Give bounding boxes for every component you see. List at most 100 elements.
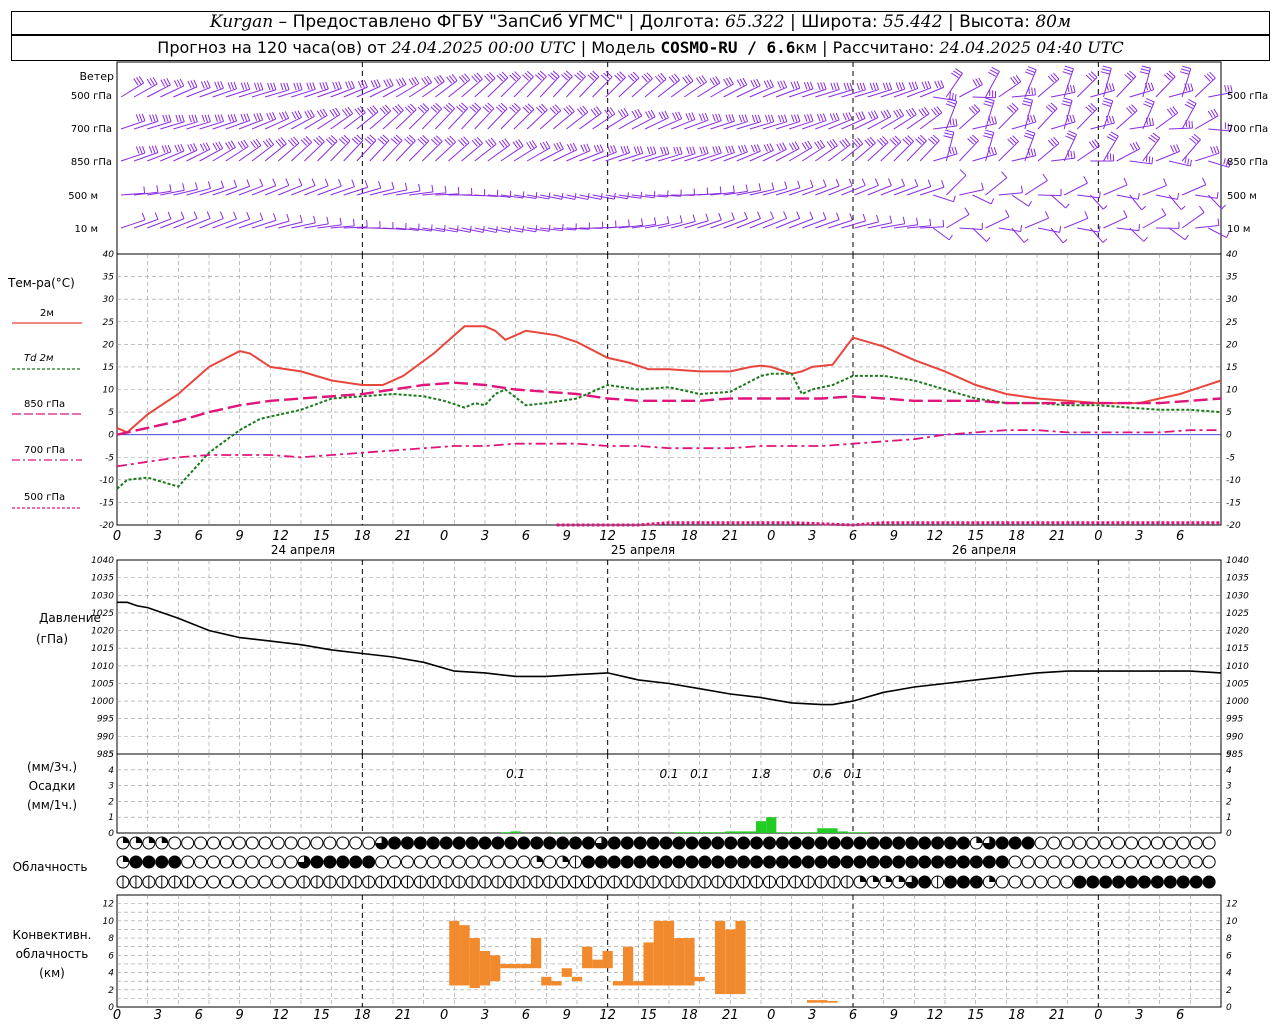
cloud-symbol xyxy=(1073,836,1087,850)
wind-barb-shaft xyxy=(1142,214,1167,229)
cloud-circle xyxy=(271,836,285,850)
wind-barb-shaft xyxy=(802,185,827,196)
wind-barb-feather xyxy=(386,79,391,87)
wind-barb-shaft xyxy=(160,218,185,229)
cloud-symbol xyxy=(1189,875,1203,889)
cloud-symbol xyxy=(866,855,880,869)
wind-barb-feather xyxy=(672,112,677,120)
precip-bar xyxy=(704,832,715,833)
precip-title: Осадки xyxy=(29,779,76,793)
wind-barb-feather xyxy=(796,81,801,89)
cloud-circle xyxy=(659,855,673,869)
pressure-tick-left: 990 xyxy=(97,732,114,742)
cloud-circle xyxy=(1099,875,1113,889)
wind-barb-feather xyxy=(843,82,847,91)
wind-barb-feather xyxy=(160,79,166,87)
wind-barb-feather xyxy=(895,82,900,90)
wind-barb xyxy=(356,79,381,98)
cloud-symbol xyxy=(814,875,828,889)
wind-barb-feather xyxy=(167,211,172,220)
wind-barb-shaft xyxy=(1051,91,1076,98)
wind-barb-feather xyxy=(164,145,169,153)
wind-barb-shaft xyxy=(788,88,814,98)
wind-barb-feather xyxy=(596,144,601,153)
cloud-symbol xyxy=(323,836,337,850)
wind-barb-feather xyxy=(1062,100,1072,104)
wind-barb-feather xyxy=(704,113,709,121)
wind-barb-shaft xyxy=(854,89,879,98)
wind-barb-feather xyxy=(469,225,472,233)
wind-barb-feather xyxy=(886,109,892,117)
wind-barb-feather xyxy=(203,80,208,89)
pressure-tick-right: 995 xyxy=(1226,715,1243,725)
wind-barb-shaft xyxy=(1155,194,1178,200)
time-tick: 9 xyxy=(236,529,244,544)
wind-barb-shaft xyxy=(788,218,814,229)
wind-barb xyxy=(1155,106,1179,130)
wind-barb-feather xyxy=(1173,144,1178,153)
wind-barb-feather xyxy=(943,135,953,139)
cloud-symbol xyxy=(775,836,789,850)
wind-barb-shaft xyxy=(1037,78,1060,98)
wind-barb-shaft xyxy=(474,78,496,98)
wind-barb xyxy=(317,217,342,229)
wind-barb-feather xyxy=(284,111,290,119)
cloud-circle xyxy=(801,836,815,850)
cloud-symbol xyxy=(698,855,712,869)
precip-bar xyxy=(827,828,838,833)
cloud-symbol xyxy=(556,855,570,869)
cloud-circle xyxy=(931,855,945,869)
wind-barb xyxy=(906,218,932,229)
wind-barb-feather xyxy=(849,82,853,90)
cloud-circle xyxy=(1047,875,1061,889)
wind-barb-feather xyxy=(750,145,755,153)
wind-barb-shaft xyxy=(1037,194,1062,197)
cloud-symbol xyxy=(646,875,660,889)
wind-barb-feather xyxy=(155,114,159,122)
cloud-symbol xyxy=(1021,836,1035,850)
cloud-symbol xyxy=(1176,836,1190,850)
cloud-symbol xyxy=(944,875,958,889)
wind-barb-shaft xyxy=(173,121,198,130)
cloud-symbol xyxy=(297,836,311,850)
wind-barb-feather xyxy=(193,143,198,151)
wind-barb-feather xyxy=(990,198,995,205)
wind-barb-shaft xyxy=(1207,194,1223,210)
wind-barb-feather xyxy=(1083,176,1088,184)
cloud-symbol xyxy=(168,875,182,889)
wind-barb-feather xyxy=(646,146,651,155)
wind-barb-feather xyxy=(954,146,958,155)
wind-barb-feather xyxy=(310,109,315,117)
cloud-mark xyxy=(536,856,543,862)
cloud-circle xyxy=(1202,836,1216,850)
cloud-circle xyxy=(207,875,221,889)
wind-barb-shaft xyxy=(736,121,761,130)
cloud-circle xyxy=(620,836,634,850)
cloud-symbol xyxy=(763,875,776,889)
wind-barb xyxy=(1116,192,1140,200)
wind-barb-feather xyxy=(809,81,814,89)
cloud-symbol xyxy=(336,836,350,850)
wind-barb xyxy=(1129,117,1155,130)
wind-barb-feather xyxy=(1068,130,1077,135)
wind-barb-feather xyxy=(945,129,954,133)
wind-barb xyxy=(1142,208,1167,229)
precip-bar xyxy=(715,832,726,833)
cloud-symbol xyxy=(1034,836,1048,850)
wind-barb-feather xyxy=(1144,100,1154,106)
wind-barb-feather xyxy=(174,144,179,153)
cloud-circle xyxy=(1202,875,1216,889)
wind-barb-shaft xyxy=(893,88,918,98)
cloud-symbol xyxy=(310,855,324,869)
wind-barb-feather xyxy=(758,183,762,191)
wind-barb-shaft xyxy=(1155,150,1180,162)
wind-barb-feather xyxy=(902,216,906,224)
wind-barb-feather xyxy=(1151,118,1155,126)
wind-barb xyxy=(1168,227,1189,241)
temp-tick-left: -15 xyxy=(99,498,114,508)
wind-barb-shaft xyxy=(1011,94,1036,98)
cloud-circle xyxy=(827,836,841,850)
wind-barb-feather xyxy=(214,114,219,122)
pressure-tick-right: 1000 xyxy=(1226,697,1249,707)
cloud-circle xyxy=(129,855,143,869)
